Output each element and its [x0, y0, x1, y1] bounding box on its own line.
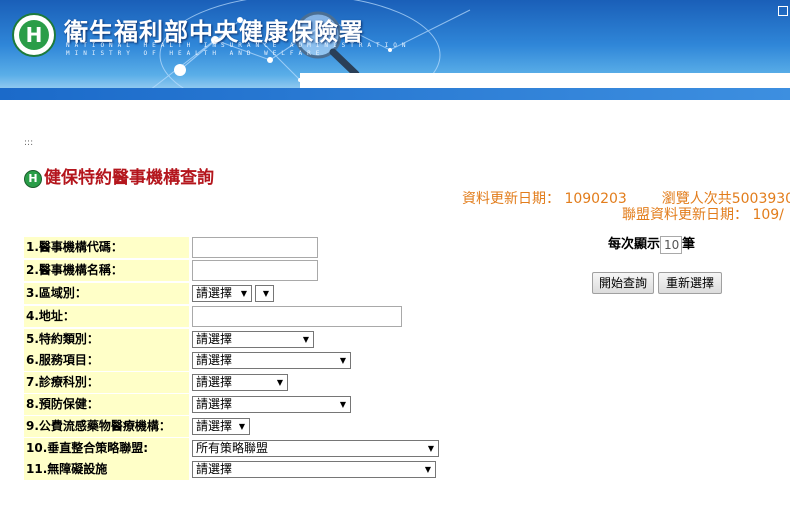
per-page-label: 每次顯示 — [608, 237, 661, 252]
breadcrumb-accesskey[interactable]: ::: — [24, 138, 33, 148]
label-preventive-care: 8.預防保健： — [24, 394, 189, 415]
logo-mark: H — [19, 20, 49, 50]
label-department: 7.診療科別： — [24, 372, 189, 393]
agency-english-name: NATIONAL HEALTH INSURANCE ADMINISTRATION — [66, 42, 411, 49]
page-title: H 健保特約醫事機構查詢 — [24, 163, 214, 188]
address-input[interactable] — [192, 306, 402, 327]
chevron-down-icon: ▼ — [276, 378, 283, 387]
accessibility-select[interactable]: 請選擇 ▼ — [192, 461, 436, 478]
chevron-down-icon: ▼ — [339, 400, 346, 409]
nhi-logo[interactable]: H — [12, 13, 56, 57]
contract-type-select[interactable]: 請選擇 ▼ — [192, 331, 314, 348]
label-institution-code: 1.醫事機構代碼： — [24, 237, 189, 258]
label-institution-name: 2.醫事機構名稱： — [24, 260, 189, 281]
search-button[interactable]: 開始查詢 — [592, 272, 654, 294]
flu-medicine-select[interactable]: 請選擇 ▼ — [192, 418, 250, 435]
nhi-title-icon: H — [24, 170, 42, 188]
label-address: 4.地址： — [24, 306, 189, 327]
preventive-care-select[interactable]: 請選擇 ▼ — [192, 396, 351, 413]
reset-button[interactable]: 重新選擇 — [658, 272, 722, 294]
region-district-select[interactable]: ▼ — [255, 285, 274, 302]
institution-code-input[interactable] — [192, 237, 318, 258]
label-flu-medicine: 9.公費流感藥物醫療機構： — [24, 416, 189, 437]
per-page-unit: 筆 — [682, 237, 696, 252]
strategic-alliance-select[interactable]: 所有策略聯盟 ▼ — [192, 440, 439, 457]
chevron-down-icon: ▼ — [302, 335, 309, 344]
header-banner: H 衛生福利部中央健康保險署 NATIONAL HEALTH INSURANCE… — [0, 0, 790, 100]
chevron-down-icon: ▼ — [427, 444, 434, 453]
chevron-down-icon: ▼ — [339, 356, 346, 365]
institution-name-input[interactable] — [192, 260, 318, 281]
region-county-select[interactable]: 請選擇 ▼ — [192, 285, 252, 302]
alliance-update-date: 聯盟資料更新日期： 109/ — [622, 207, 784, 223]
chevron-down-icon: ▼ — [424, 465, 431, 474]
chevron-down-icon: ▼ — [240, 289, 247, 298]
chevron-down-icon: ▼ — [238, 422, 245, 431]
data-update-date: 資料更新日期： 1090203 — [462, 191, 627, 207]
label-strategic-alliance: 10.垂直整合策略聯盟: — [24, 438, 189, 459]
service-items-select[interactable]: 請選擇 ▼ — [192, 352, 351, 369]
label-region: 3.區域別： — [24, 283, 189, 304]
chevron-down-icon: ▼ — [262, 289, 269, 298]
label-contract-type: 5.特約類別： — [24, 329, 189, 350]
window-icon[interactable] — [778, 6, 788, 16]
page-title-text: 健保特約醫事機構查詢 — [44, 168, 214, 188]
department-select[interactable]: 請選擇 ▼ — [192, 374, 288, 391]
per-page-control: 每次顯示 10 筆 — [608, 233, 695, 254]
ministry-english-name: MINISTRY OF HEALTH AND WELFARE — [66, 50, 325, 57]
label-service-items: 6.服務項目： — [24, 350, 189, 371]
per-page-input[interactable]: 10 — [660, 235, 683, 254]
label-accessibility: 11.無障礙設施 — [24, 459, 189, 480]
